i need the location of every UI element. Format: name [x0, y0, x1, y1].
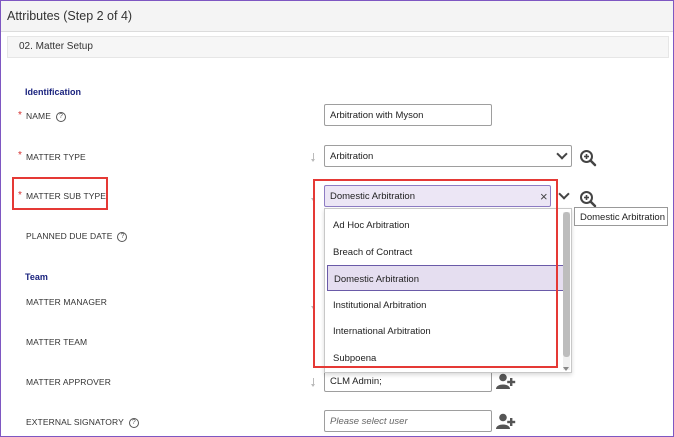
chevron-down-icon[interactable]: [558, 188, 570, 200]
scrollbar-thumb[interactable]: [563, 212, 570, 357]
highlight-box-dropdown: [313, 179, 558, 368]
section-header[interactable]: 02. Matter Setup: [7, 36, 669, 58]
magnifier-plus-icon[interactable]: [579, 190, 597, 208]
matter-approver-label: MATTER APPROVER: [26, 377, 111, 387]
matter-team-label: MATTER TEAM: [26, 337, 88, 347]
matter-type-value: Arbitration: [330, 151, 374, 162]
external-signatory-input[interactable]: Please select user: [324, 410, 492, 432]
title-bar: Attributes (Step 2 of 4): [1, 1, 673, 32]
name-label: NAME?: [26, 111, 66, 122]
help-icon[interactable]: ?: [117, 231, 128, 242]
app-window: Attributes (Step 2 of 4) 02. Matter Setu…: [0, 0, 674, 437]
window-title: Attributes (Step 2 of 4): [7, 9, 133, 23]
matter-type-select[interactable]: Arbitration: [324, 145, 572, 167]
scroll-down-icon[interactable]: [563, 367, 569, 371]
group-heading-identification: Identification: [25, 87, 81, 97]
user-add-icon[interactable]: [496, 373, 516, 389]
planned-due-date-label: PLANNED DUE DATE?: [26, 231, 128, 242]
planned-due-date-label-text: PLANNED DUE DATE: [26, 231, 113, 241]
tooltip: Domestic Arbitration: [574, 207, 668, 226]
magnifier-plus-icon[interactable]: [579, 149, 597, 167]
section-label: 02. Matter Setup: [19, 41, 93, 52]
sort-arrow-icon: [311, 153, 316, 163]
matter-approver-input[interactable]: CLM Admin;: [324, 370, 492, 392]
external-signatory-label: EXTERNAL SIGNATORY?: [26, 417, 139, 428]
matter-type-label: MATTER TYPE: [26, 152, 86, 162]
help-icon[interactable]: ?: [128, 417, 139, 428]
group-heading-team: Team: [25, 272, 48, 282]
name-input[interactable]: Arbitration with Myson: [324, 104, 492, 126]
chevron-down-icon: [556, 148, 568, 160]
help-icon[interactable]: ?: [55, 111, 66, 122]
sort-arrow-icon: [311, 378, 316, 388]
required-marker: *: [18, 150, 22, 161]
required-marker: *: [18, 110, 22, 121]
external-signatory-label-text: EXTERNAL SIGNATORY: [26, 417, 124, 427]
user-add-icon[interactable]: [496, 413, 516, 429]
name-label-text: NAME: [26, 111, 51, 121]
matter-manager-label: MATTER MANAGER: [26, 297, 108, 307]
highlight-box-label: [12, 177, 108, 210]
